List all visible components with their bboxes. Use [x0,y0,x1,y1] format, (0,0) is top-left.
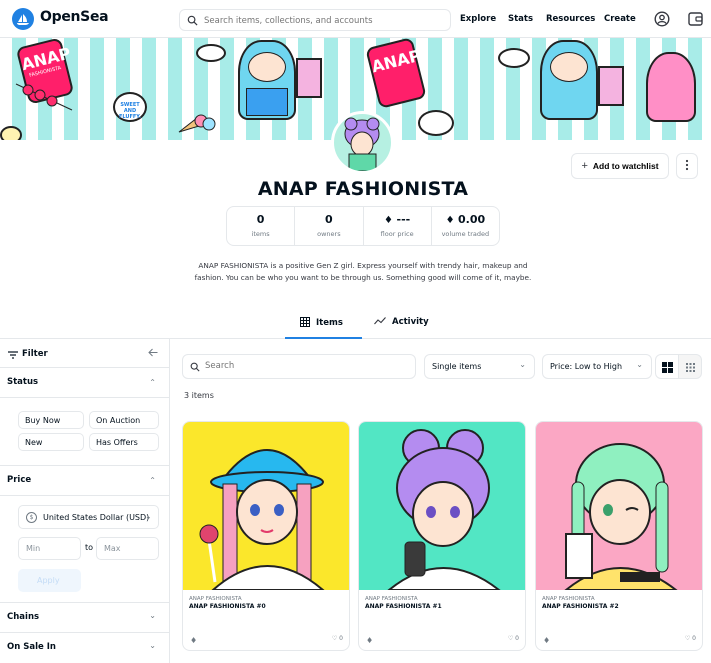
active-tab-indicator [285,337,362,339]
more-options-button[interactable] [676,153,698,179]
stat-items[interactable]: 0 items [227,207,296,245]
favorite-button[interactable]: ♡ 0 [508,635,519,642]
candy-skewer-sticker [14,82,73,111]
plus-icon: + [581,160,588,172]
arrow-left-icon[interactable] [148,348,158,357]
chevron-down-icon: ⌄ [149,611,156,620]
eth-icon: ♦ [366,636,374,645]
brand-name[interactable]: OpenSea [40,9,109,25]
search-icon [190,362,200,372]
account-icon[interactable] [654,11,670,27]
add-to-watchlist-button[interactable]: + Add to watchlist [571,153,669,179]
status-on-auction[interactable]: On Auction [89,411,159,429]
top-navbar: OpenSea Explore Stats Resources Create [0,0,711,38]
nft-image[interactable] [183,422,349,590]
status-new[interactable]: New [18,433,84,451]
small-grid-view-button[interactable] [678,354,702,379]
sort-select[interactable]: Price: Low to High ⌄ [542,354,652,379]
collection-title: ANAP FASHIONISTA [257,178,469,200]
chevron-up-icon: ⌃ [149,378,156,387]
filter-title: Filter [22,349,48,359]
items-type-select[interactable]: Single items ⌄ [424,354,535,379]
nft-image[interactable] [359,422,525,590]
favorite-button[interactable]: ♡ 0 [685,635,696,642]
eth-icon: ♦ [543,636,551,645]
activity-icon [374,317,386,325]
global-search-input[interactable] [204,13,444,28]
status-buy-now[interactable]: Buy Now [18,411,84,429]
ice-cream-sticker [177,112,217,134]
dollar-icon: $ [26,512,37,523]
price-max-input[interactable]: Max [96,537,159,560]
grid-icon [300,317,310,327]
filter-icon [8,351,18,359]
status-has-offers[interactable]: Has Offers [89,433,159,451]
girl-sticker-3 [646,52,696,122]
stat-floor-price: ♦ --- floor price [364,207,432,245]
chevron-up-icon: ⌃ [149,476,156,485]
girl-sticker [238,40,296,120]
filter-sidebar: Filter Status ⌃ Buy Now On Auction New H… [0,339,170,663]
collection-avatar [331,111,394,174]
eth-icon: ♦ [190,636,198,645]
stat-volume-traded: ♦ 0.00 volume traded [441,213,490,238]
milk-carton-sticker-2 [598,66,624,106]
eth-icon: ♦ [445,215,459,226]
global-search[interactable] [179,9,451,31]
wallet-icon[interactable] [688,12,703,26]
small-grid-icon [686,363,695,372]
nft-image[interactable] [536,422,702,590]
large-grid-view-button[interactable] [655,354,679,379]
price-section-body: $ United States Dollar (USD) ⌄ Min to Ma… [0,496,170,603]
search-icon [187,15,198,26]
price-section-header[interactable]: Price ⌃ [0,466,170,496]
collection-description: ANAP FASHIONISTA is a positive Gen Z gir… [194,261,532,282]
collection-stats: 0 items 0 owners ♦ --- floor price ♦ 0.0… [226,206,500,246]
large-grid-icon [662,362,673,373]
on-sale-section-header[interactable]: On Sale In ⌄ [0,633,170,663]
item-count: 3 items [184,391,214,400]
chevron-down-icon: ⌄ [145,512,152,521]
more-vertical-icon [685,159,689,170]
tab-activity[interactable]: Activity [374,317,429,327]
opensea-logo-icon[interactable] [12,8,34,30]
status-section-body: Buy Now On Auction New Has Offers [0,398,170,466]
items-search[interactable] [182,354,416,379]
nav-stats[interactable]: Stats [508,14,533,24]
nav-create[interactable]: Create [604,14,636,24]
girl-sticker-2 [540,40,598,120]
price-min-input[interactable]: Min [18,537,81,560]
nft-card[interactable]: ANAP FASHIONISTA ANAP FASHIONISTA #1 ♦ ♡… [358,421,526,651]
nft-card[interactable]: ANAP FASHIONISTA ANAP FASHIONISTA #2 ♦ ♡… [535,421,703,651]
chains-section-header[interactable]: Chains ⌄ [0,603,170,633]
filter-header[interactable]: Filter [0,339,170,368]
currency-select[interactable]: $ United States Dollar (USD) ⌄ [18,505,159,529]
milk-carton-sticker [296,58,322,98]
collection-tabs: Items Activity [0,313,711,339]
sweet-fluffy-bubble: SWEET AND FLUFFY. [113,92,147,122]
donut-sticker [0,126,22,140]
speech-bubble-sticker [196,44,226,62]
eth-icon: ♦ [384,215,397,226]
nav-explore[interactable]: Explore [460,14,496,24]
sweet-bubble-sticker-2 [418,110,454,136]
heart-icon: ♡ [331,635,338,642]
speech-bubble-sticker-2 [498,48,530,68]
apply-price-button[interactable]: Apply [18,569,81,592]
status-section-header[interactable]: Status ⌃ [0,368,170,398]
stat-owners[interactable]: 0 owners [295,207,364,245]
nav-resources[interactable]: Resources [546,14,595,24]
chevron-down-icon: ⌄ [149,641,156,650]
items-search-input[interactable] [205,361,405,371]
heart-icon: ♡ [684,635,691,642]
nft-card[interactable]: ANAP FASHIONISTA ANAP FASHIONISTA #0 ♦ ♡… [182,421,350,651]
favorite-button[interactable]: ♡ 0 [332,635,343,642]
heart-icon: ♡ [507,635,514,642]
chevron-down-icon: ⌄ [636,360,643,369]
price-to-label: to [85,543,94,552]
tab-items[interactable]: Items [300,317,343,328]
anap-logo-sticker-2: ANAP [365,38,427,109]
chevron-down-icon: ⌄ [519,360,526,369]
